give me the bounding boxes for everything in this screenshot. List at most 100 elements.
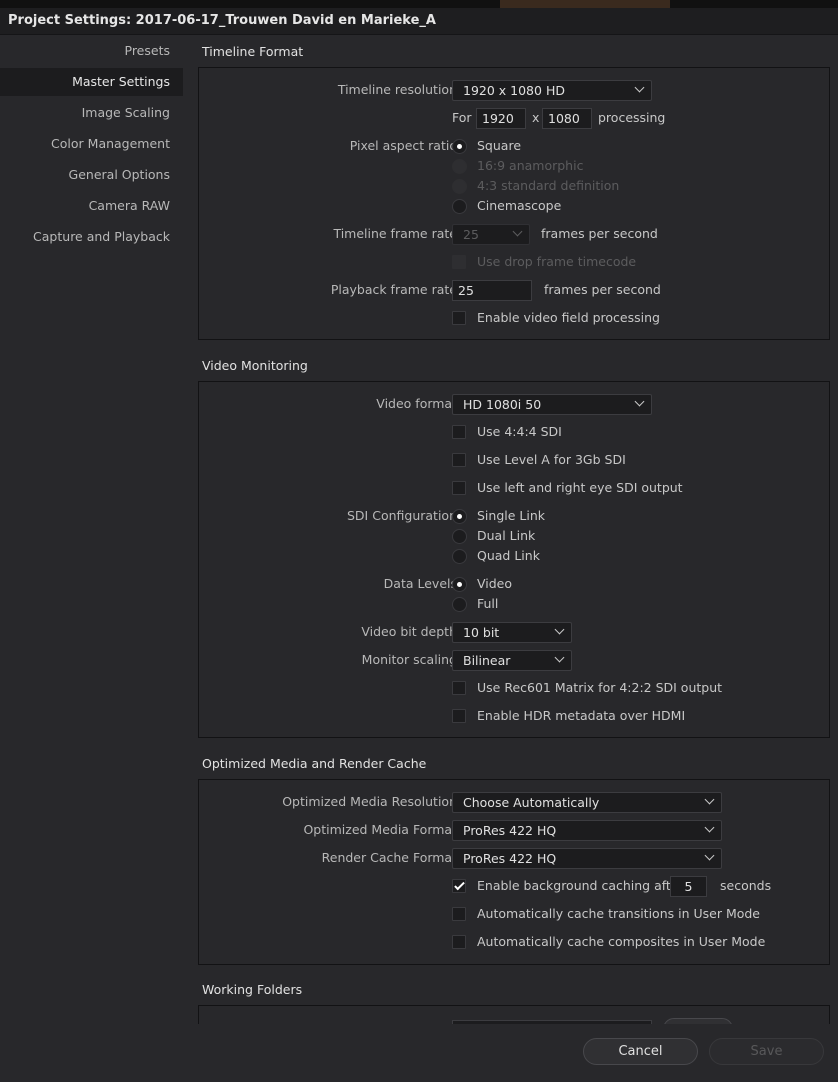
data-levels-full-label: Full xyxy=(477,596,499,611)
x-label: x xyxy=(532,110,540,125)
chevron-down-icon xyxy=(704,794,715,805)
par-standard-definition-label: 4:3 standard definition xyxy=(477,178,620,193)
optimized-media-format-dropdown[interactable]: ProRes 422 HQ xyxy=(452,820,722,841)
rec601-matrix-label: Use Rec601 Matrix for 4:2:2 SDI output xyxy=(477,680,723,695)
data-levels-full-radio[interactable] xyxy=(452,597,467,612)
par-square-label: Square xyxy=(477,138,522,153)
sidebar-item-general-options[interactable]: General Options xyxy=(0,161,183,189)
background-caching-seconds-input[interactable]: 5 xyxy=(670,876,707,897)
monitor-scaling-dropdown[interactable]: Bilinear xyxy=(452,650,572,671)
rec601-matrix-checkbox[interactable] xyxy=(452,681,466,695)
cache-composites-label: Automatically cache composites in User M… xyxy=(477,934,766,949)
chevron-down-icon xyxy=(554,624,565,635)
resolution-height-input[interactable]: 1080 xyxy=(542,108,592,129)
playback-frame-rate-label: Playback frame rate xyxy=(330,282,457,297)
sdi-dual-link-radio[interactable] xyxy=(452,529,467,544)
window-title: Project Settings: 2017-06-17_Trouwen Dav… xyxy=(8,13,436,28)
sdi-dual-link-label: Dual Link xyxy=(477,528,536,543)
video-bit-depth-label: Video bit depth xyxy=(361,624,457,639)
timeline-format-panel: Timeline resolution 1920 x 1080 HD For 1… xyxy=(198,67,830,340)
processing-label: processing xyxy=(598,110,666,125)
for-label: For xyxy=(452,110,472,125)
cache-transitions-checkbox[interactable] xyxy=(452,907,466,921)
field-processing-label: Enable video field processing xyxy=(477,310,660,325)
settings-sidebar: Presets Master Settings Image Scaling Co… xyxy=(0,36,183,1082)
cache-transitions-label: Automatically cache transitions in User … xyxy=(477,906,761,921)
sidebar-item-image-scaling[interactable]: Image Scaling xyxy=(0,99,183,127)
monitor-scaling-label: Monitor scaling xyxy=(361,652,457,667)
background-caching-checkbox[interactable] xyxy=(452,879,466,893)
render-cache-format-dropdown[interactable]: ProRes 422 HQ xyxy=(452,848,722,869)
sidebar-item-presets[interactable]: Presets xyxy=(0,37,183,65)
checkmark-icon xyxy=(454,879,465,891)
chevron-down-icon xyxy=(634,82,645,93)
section-title-timeline-format: Timeline Format xyxy=(202,44,304,59)
use-444-sdi-checkbox[interactable] xyxy=(452,425,466,439)
drop-frame-label: Use drop frame timecode xyxy=(477,254,637,269)
sidebar-item-capture-and-playback[interactable]: Capture and Playback xyxy=(0,223,183,251)
settings-content: Timeline Format Timeline resolution 1920… xyxy=(183,36,838,1024)
drop-frame-checkbox xyxy=(452,255,466,269)
timeline-thumbnail xyxy=(500,0,670,8)
sdi-single-link-radio[interactable] xyxy=(452,509,467,524)
timeline-resolution-value: 1920 x 1080 HD xyxy=(463,83,565,98)
par-standard-definition-radio xyxy=(452,179,467,194)
save-button[interactable]: Save xyxy=(709,1038,824,1065)
video-bit-depth-value: 10 bit xyxy=(463,625,500,640)
optimized-media-resolution-dropdown[interactable]: Choose Automatically xyxy=(452,792,722,813)
use-lr-eye-label: Use left and right eye SDI output xyxy=(477,480,683,495)
footer-bar: Cancel Save xyxy=(183,1024,838,1082)
data-levels-label: Data Levels xyxy=(383,576,457,591)
optimized-media-resolution-label: Optimized Media Resolution xyxy=(282,794,457,809)
chevron-down-icon xyxy=(704,822,715,833)
use-lr-eye-checkbox[interactable] xyxy=(452,481,466,495)
playback-frame-rate-input[interactable]: 25 xyxy=(452,280,532,301)
chevron-down-icon xyxy=(554,652,565,663)
sidebar-item-master-settings[interactable]: Master Settings xyxy=(0,68,183,96)
par-anamorphic-radio xyxy=(452,159,467,174)
playback-fps-label: frames per second xyxy=(544,282,661,297)
chevron-down-icon xyxy=(634,396,645,407)
sdi-quad-link-radio[interactable] xyxy=(452,549,467,564)
par-square-radio[interactable] xyxy=(452,139,467,154)
background-caching-label: Enable background caching after xyxy=(477,878,684,893)
timeline-resolution-dropdown[interactable]: 1920 x 1080 HD xyxy=(452,80,652,101)
optimized-media-format-value: ProRes 422 HQ xyxy=(463,823,557,838)
title-bar: Project Settings: 2017-06-17_Trouwen Dav… xyxy=(0,8,838,35)
par-cinemascope-label: Cinemascope xyxy=(477,198,562,213)
video-format-label: Video format xyxy=(376,396,457,411)
render-cache-format-label: Render Cache Format xyxy=(321,850,457,865)
use-level-a-label: Use Level A for 3Gb SDI xyxy=(477,452,626,467)
optimized-media-resolution-value: Choose Automatically xyxy=(463,795,600,810)
timeline-resolution-label: Timeline resolution xyxy=(337,82,457,97)
timeline-frame-rate-dropdown: 25 xyxy=(452,224,530,245)
section-title-optimized-media: Optimized Media and Render Cache xyxy=(202,756,427,771)
data-levels-video-radio[interactable] xyxy=(452,577,467,592)
section-title-working-folders: Working Folders xyxy=(202,982,303,997)
field-processing-checkbox[interactable] xyxy=(452,311,466,325)
video-format-dropdown[interactable]: HD 1080i 50 xyxy=(452,394,652,415)
chevron-down-icon xyxy=(704,850,715,861)
sidebar-item-camera-raw[interactable]: Camera RAW xyxy=(0,192,183,220)
seconds-label: seconds xyxy=(720,878,772,893)
use-444-sdi-label: Use 4:4:4 SDI xyxy=(477,424,562,439)
pixel-aspect-ratio-label: Pixel aspect ratio xyxy=(349,138,457,153)
hdr-metadata-checkbox[interactable] xyxy=(452,709,466,723)
use-level-a-checkbox[interactable] xyxy=(452,453,466,467)
timeline-frame-rate-value: 25 xyxy=(463,227,479,242)
sdi-configuration-label: SDI Configuration xyxy=(347,508,457,523)
chevron-down-icon xyxy=(512,226,523,237)
cancel-button[interactable]: Cancel xyxy=(583,1038,698,1065)
video-bit-depth-dropdown[interactable]: 10 bit xyxy=(452,622,572,643)
sdi-single-link-label: Single Link xyxy=(477,508,545,523)
optimized-media-panel: Optimized Media Resolution Choose Automa… xyxy=(198,779,830,965)
video-format-value: HD 1080i 50 xyxy=(463,397,542,412)
video-monitoring-panel: Video format HD 1080i 50 Use 4:4:4 SDI U… xyxy=(198,381,830,738)
optimized-media-format-label: Optimized Media Format xyxy=(303,822,457,837)
par-cinemascope-radio[interactable] xyxy=(452,199,467,214)
top-strip xyxy=(0,0,838,8)
resolution-width-input[interactable]: 1920 xyxy=(476,108,526,129)
monitor-scaling-value: Bilinear xyxy=(463,653,511,668)
sidebar-item-color-management[interactable]: Color Management xyxy=(0,130,183,158)
cache-composites-checkbox[interactable] xyxy=(452,935,466,949)
